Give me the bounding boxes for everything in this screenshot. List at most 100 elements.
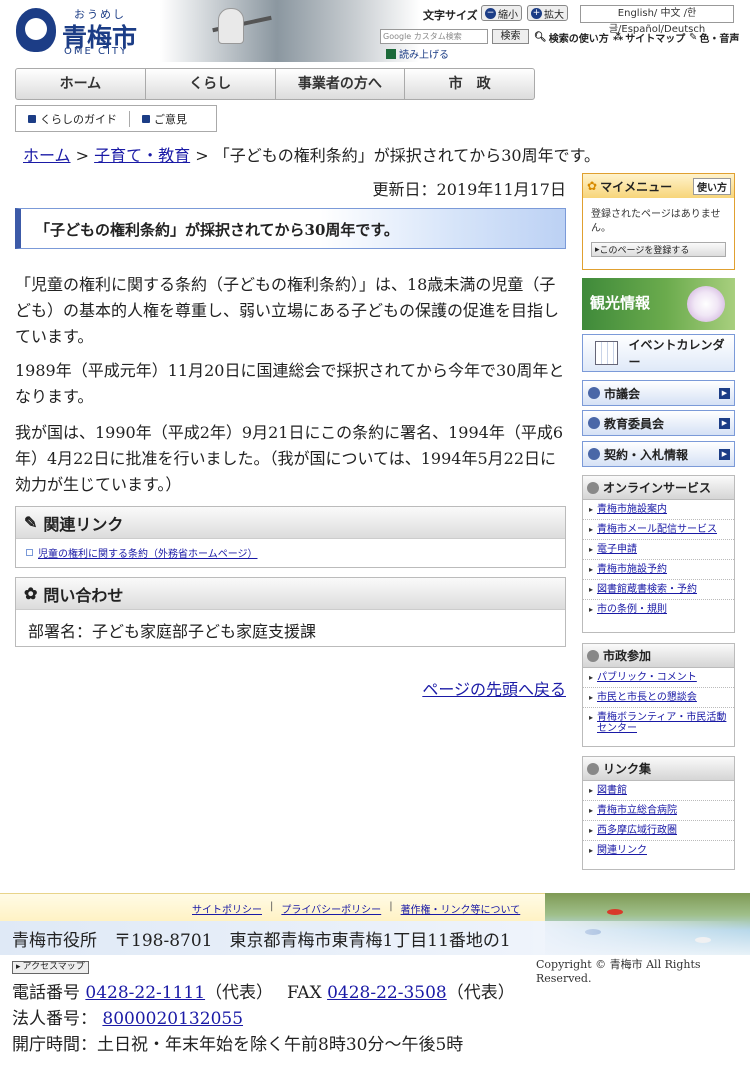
privacy-policy-link[interactable]: プライバシーポリシー: [281, 901, 381, 916]
council-button[interactable]: 市議会 ▶: [582, 380, 735, 406]
emblem-icon: [587, 481, 599, 494]
breadcrumb-home[interactable]: ホーム: [23, 146, 71, 165]
links-link[interactable]: 西多摩広域行政圏: [597, 825, 677, 836]
copyright-link-policy-link[interactable]: 著作権・リンク等について: [401, 901, 521, 916]
related-links-section: ✎ 関連リンク 児童の権利に関する条約（外務省ホームページ）: [15, 506, 566, 568]
search-input[interactable]: Google カスタム検索: [380, 29, 488, 44]
flower-icon: ✿: [24, 584, 38, 603]
breadcrumb-category[interactable]: 子育て・教育: [94, 146, 190, 165]
font-shrink-button[interactable]: − 縮小: [481, 5, 522, 21]
contract-bid-button[interactable]: 契約・入札情報 ▶: [582, 441, 735, 467]
list-item: 青梅市施設案内: [583, 500, 734, 519]
links-link[interactable]: 図書館: [597, 785, 627, 796]
calendar-icon: [595, 341, 619, 365]
boat-shape: [607, 909, 623, 915]
corp-number-link[interactable]: 8000020132055: [102, 1009, 243, 1029]
register-page-button[interactable]: ▸ このページを登録する: [591, 242, 726, 257]
search-button[interactable]: 検索: [492, 29, 529, 44]
contract-bid-label: 契約・入札情報: [604, 447, 689, 462]
kayaker-shape: [218, 8, 244, 44]
citizen-link[interactable]: パブリック・コメント: [597, 672, 697, 683]
language-selector[interactable]: English/ 中文 /한글/Español/Deutsch: [580, 5, 734, 35]
online-service-link[interactable]: 市の条例・規則: [597, 604, 667, 615]
palette-icon: ✎: [689, 32, 698, 43]
arrow-square-icon: [142, 114, 150, 123]
citizen-participation-box: 市政参加 パブリック・コメント 市民と市長との懇談会 青梅ボランティア・市民活動…: [582, 643, 735, 747]
star-icon: ✿: [587, 179, 598, 193]
education-board-button[interactable]: 教育委員会 ▶: [582, 410, 735, 436]
sitemap-link[interactable]: ⁂ サイトマップ: [613, 30, 685, 45]
citizen-link[interactable]: 青梅ボランティア・市民活動センター: [597, 712, 726, 734]
links-title: リンク集: [603, 762, 652, 776]
office-hours: 開庁時間：土日祝・年末年始を除く午前8時30分～午後5時: [12, 1035, 464, 1055]
contact-header: ✿ 問い合わせ: [16, 578, 565, 610]
online-service-link[interactable]: 青梅市施設案内: [597, 504, 667, 515]
arrow-right-icon: ▶: [719, 417, 730, 429]
citizen-link[interactable]: 市民と市長との懇談会: [597, 692, 697, 703]
separator: |: [389, 901, 393, 912]
my-menu-message: 登録されたページはありません。: [591, 209, 721, 234]
page-top-link[interactable]: ページの先頭へ戻る: [380, 676, 566, 700]
access-map-button[interactable]: ▸ アクセスマップ: [12, 961, 89, 974]
tourism-label: 観光情報: [590, 294, 651, 312]
living-guide-label: くらしのガイド: [40, 112, 117, 126]
online-service-link[interactable]: 青梅市施設予約: [597, 564, 667, 575]
living-guide-link[interactable]: くらしのガイド: [16, 111, 129, 127]
event-calendar-banner[interactable]: イベントカレンダー: [582, 334, 735, 372]
opinion-label: ご意見: [154, 112, 187, 126]
separator: |: [270, 901, 274, 912]
external-link-icon: [26, 549, 33, 556]
my-menu-howto-button[interactable]: 使い方: [693, 177, 731, 195]
gnav-living[interactable]: くらし: [146, 69, 276, 99]
font-enlarge-button[interactable]: + 拡大: [527, 5, 568, 21]
list-item: 青梅ボランティア・市民活動センター: [583, 707, 734, 738]
contact-department: 部署名：子ども家庭部子ども家庭支援課: [28, 622, 317, 641]
read-aloud-link[interactable]: 読み上げる: [386, 46, 449, 61]
body-paragraph: 「児童の権利に関する条約（子どもの権利条約）」は、18歳未満の児童（子ども）の基…: [15, 275, 560, 346]
list-item: 図書館: [583, 781, 734, 800]
updated-date: 更新日：2019年11月17日: [372, 180, 566, 199]
online-services-title: オンラインサービス: [603, 481, 712, 495]
fax-link[interactable]: 0428-22-3508: [327, 983, 447, 1003]
online-service-link[interactable]: 青梅市メール配信サービス: [597, 524, 717, 535]
opinion-link[interactable]: ご意見: [129, 110, 199, 127]
corp-number-label: 法人番号：: [12, 1009, 97, 1029]
council-label: 市議会: [604, 386, 641, 401]
list-item: 西多摩広域行政圏: [583, 820, 734, 840]
site-policy-link[interactable]: サイトポリシー: [192, 901, 262, 916]
emblem-icon: [588, 448, 600, 460]
footer-address-block: 青梅市役所 〒198-8701 東京都青梅市東青梅1丁目11番地の1 ▸ アクセス…: [12, 928, 512, 1058]
global-nav: ホーム くらし 事業者の方へ 市 政: [15, 68, 535, 100]
related-links-heading: 関連リンク: [43, 514, 124, 534]
site-logo[interactable]: おうめし 青梅市 OME CITY: [16, 6, 146, 57]
gnav-business[interactable]: 事業者の方へ: [276, 69, 406, 99]
logo-english: OME CITY: [64, 46, 129, 57]
list-item: 青梅市立総合病院: [583, 800, 734, 820]
links-link[interactable]: 青梅市立総合病院: [597, 805, 677, 816]
tel-link[interactable]: 0428-22-1111: [85, 983, 205, 1003]
my-menu-title: マイメニュー: [600, 179, 673, 194]
body-paragraph: 1989年（平成元年）11月20日に国連総会で採択されてから今年で30周年となり…: [15, 361, 565, 406]
my-menu: ✿ マイメニュー 使い方 登録されたページはありません。 ▸ このページを登録す…: [582, 173, 735, 270]
tourism-banner[interactable]: 観光情報: [582, 278, 735, 330]
emblem-icon: [588, 417, 600, 429]
color-voice-link[interactable]: ✎ 色・音声: [689, 30, 739, 45]
emblem-icon: [587, 762, 599, 775]
read-aloud-label: 読み上げる: [399, 50, 449, 61]
font-enlarge-label: 拡大: [544, 9, 564, 21]
breadcrumb: ホーム > 子育て・教育 > 「子どもの権利条約」が採択されてから30周年です。: [23, 142, 600, 166]
list-item: 図書館蔵書検索・予約: [583, 579, 734, 599]
related-link[interactable]: 児童の権利に関する条約（外務省ホームページ）: [38, 545, 258, 560]
tel-note: （代表）: [205, 983, 265, 1003]
gnav-home[interactable]: ホーム: [16, 69, 146, 99]
education-board-label: 教育委員会: [604, 416, 665, 431]
online-service-link[interactable]: 図書館蔵書検索・予約: [597, 584, 697, 595]
sub-nav: くらしのガイド ご意見: [15, 105, 217, 132]
gnav-city-admin[interactable]: 市 政: [405, 69, 534, 99]
copyright: Copyright © 青梅市 All Rights Reserved.: [536, 958, 701, 985]
citizen-participation-header: 市政参加: [583, 644, 734, 668]
links-link[interactable]: 関連リンク: [597, 845, 647, 856]
search-help-link[interactable]: 🔍︎ 検索の使い方: [534, 30, 609, 45]
online-service-link[interactable]: 電子申請: [597, 544, 637, 555]
access-map-label: アクセスマップ: [22, 962, 85, 972]
